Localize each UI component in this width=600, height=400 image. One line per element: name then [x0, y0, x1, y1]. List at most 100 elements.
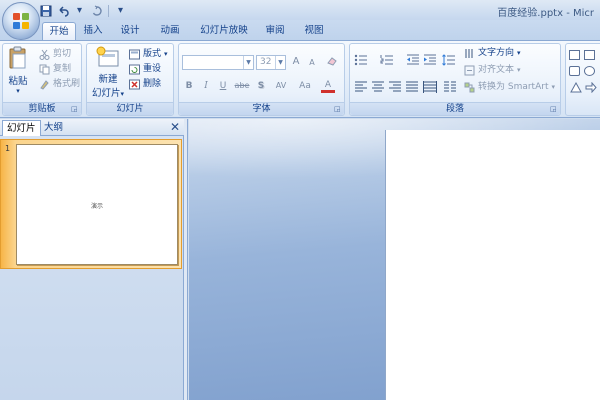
- text-shadow-button[interactable]: S: [254, 79, 268, 93]
- slide-thumbnail[interactable]: 演示: [16, 144, 178, 265]
- office-button[interactable]: [2, 2, 40, 40]
- oval-shape-icon[interactable]: [584, 66, 595, 76]
- align-left-icon: [355, 81, 367, 92]
- tab-insert[interactable]: 插入: [80, 22, 106, 40]
- reset-button[interactable]: 重设: [129, 63, 161, 76]
- distributed-button[interactable]: [422, 80, 437, 93]
- clear-format-button[interactable]: [325, 55, 339, 69]
- shrink-font-button[interactable]: A: [305, 56, 319, 70]
- triangle-shape-icon[interactable]: [569, 81, 583, 94]
- paste-icon: [9, 46, 26, 69]
- textbox-shape-icon[interactable]: [569, 50, 580, 60]
- font-launcher-icon[interactable]: ◲: [334, 105, 342, 113]
- align-text-button[interactable]: 对齐文本 ▾: [464, 64, 521, 77]
- ribbon-tab-row: 开始 插入 设计 动画 幻灯片放映 审阅 视图: [0, 20, 600, 40]
- columns-icon: [444, 81, 456, 92]
- line-spacing-icon: [442, 54, 455, 66]
- convert-smartart-button[interactable]: 转换为 SmartArt ▾: [464, 81, 555, 94]
- layout-button[interactable]: 版式 ▾: [129, 48, 168, 61]
- columns-button[interactable]: [442, 80, 456, 93]
- copy-icon: [39, 64, 50, 75]
- chevron-down-icon: ▾: [517, 49, 521, 57]
- delete-icon: [129, 79, 140, 90]
- qat-separator: [108, 4, 109, 17]
- new-slide-icon: [96, 46, 119, 67]
- redo-icon[interactable]: [89, 4, 104, 18]
- font-color-button[interactable]: A: [321, 79, 335, 93]
- font-size-combo[interactable]: 32 ▼: [256, 55, 286, 70]
- tab-home[interactable]: 开始: [42, 22, 76, 40]
- arrow-shape-icon[interactable]: [584, 81, 598, 94]
- smartart-label: 转换为 SmartArt: [478, 82, 549, 92]
- tab-review[interactable]: 审阅: [262, 22, 288, 40]
- tab-slides[interactable]: 幻灯片: [2, 120, 41, 136]
- slide-number: 1: [5, 144, 11, 153]
- pane-splitter[interactable]: [184, 119, 188, 400]
- customize-qat-icon[interactable]: ▾: [113, 4, 128, 18]
- window-title: 百度经验.pptx - Micr: [497, 8, 594, 19]
- italic-button[interactable]: I: [199, 79, 213, 93]
- format-painter-icon: [40, 80, 49, 90]
- align-text-label: 对齐文本: [478, 65, 515, 75]
- paragraph-group-label: 段落: [350, 102, 560, 115]
- font-group: ▼ 32 ▼ A A B I U abe S AV Aa A 字体 ◲: [178, 43, 345, 116]
- tab-design[interactable]: 设计: [117, 22, 143, 40]
- increase-indent-button[interactable]: [422, 53, 436, 66]
- indent-icon: [424, 54, 436, 65]
- align-left-button[interactable]: [353, 80, 367, 93]
- text-direction-button[interactable]: 文字方向 ▾: [464, 47, 521, 60]
- slide-thumbnail-selected[interactable]: 1 演示: [0, 139, 182, 269]
- layout-dropdown-icon: ▾: [164, 50, 168, 58]
- cut-button[interactable]: 剪切: [39, 48, 71, 61]
- font-name-combo[interactable]: ▼: [182, 55, 254, 70]
- align-right-icon: [389, 81, 401, 92]
- new-slide-label: 新建: [98, 74, 118, 85]
- picture-shape-icon[interactable]: [584, 50, 595, 60]
- pane-tabs: 幻灯片 大纲 ✕: [0, 119, 184, 136]
- strikethrough-button[interactable]: abe: [233, 79, 251, 93]
- tab-view[interactable]: 视图: [301, 22, 327, 40]
- font-group-label: 字体: [179, 102, 344, 115]
- align-text-icon: [464, 65, 475, 76]
- clipboard-launcher-icon[interactable]: ◲: [71, 105, 79, 113]
- layout-icon: [129, 49, 140, 60]
- delete-slide-button[interactable]: 删除: [129, 78, 161, 91]
- copy-button[interactable]: 复制: [39, 63, 71, 76]
- decrease-indent-button[interactable]: [405, 53, 419, 66]
- chevron-down-icon: ▾: [517, 66, 521, 74]
- cut-label: 剪切: [53, 49, 72, 59]
- tab-outline[interactable]: 大纲: [40, 120, 67, 136]
- reset-label: 重设: [143, 64, 162, 74]
- change-case-button[interactable]: Aa: [295, 79, 315, 93]
- text-direction-icon: [465, 49, 473, 58]
- tab-animation[interactable]: 动画: [157, 22, 183, 40]
- paragraph-launcher-icon[interactable]: ◲: [550, 105, 558, 113]
- save-icon[interactable]: [38, 4, 53, 18]
- numbering-button[interactable]: [379, 53, 393, 66]
- align-center-button[interactable]: [370, 80, 384, 93]
- undo-dropdown-icon[interactable]: ▾: [72, 4, 87, 18]
- close-icon[interactable]: ✕: [170, 120, 180, 134]
- distributed-icon: [423, 81, 437, 93]
- bold-button[interactable]: B: [182, 79, 196, 93]
- smartart-icon: [464, 82, 475, 93]
- format-painter-label: 格式刷: [53, 79, 81, 89]
- justify-button[interactable]: [404, 80, 418, 93]
- format-painter-button[interactable]: 格式刷: [39, 78, 80, 91]
- line-spacing-button[interactable]: [441, 53, 455, 66]
- grow-font-button[interactable]: A: [289, 55, 303, 69]
- paragraph-group: 文字方向 ▾ 对齐文本 ▾ 转换为 SmartArt ▾ 段落 ◲: [349, 43, 561, 116]
- bullets-button[interactable]: [353, 53, 367, 66]
- rectangle-shape-icon[interactable]: [569, 66, 580, 76]
- eraser-icon: [327, 57, 337, 66]
- paste-button[interactable]: 粘贴 ▾: [5, 46, 31, 98]
- tab-slideshow[interactable]: 幻灯片放映: [197, 22, 251, 40]
- new-slide-button[interactable]: 新建 幻灯片▾: [90, 46, 126, 102]
- undo-icon[interactable]: [55, 4, 70, 18]
- drawing-group: [565, 43, 600, 116]
- underline-button[interactable]: U: [216, 79, 230, 93]
- justify-icon: [406, 81, 418, 92]
- clipboard-group-label: 剪贴板: [3, 102, 81, 115]
- char-spacing-button[interactable]: AV: [271, 79, 291, 93]
- align-right-button[interactable]: [387, 80, 401, 93]
